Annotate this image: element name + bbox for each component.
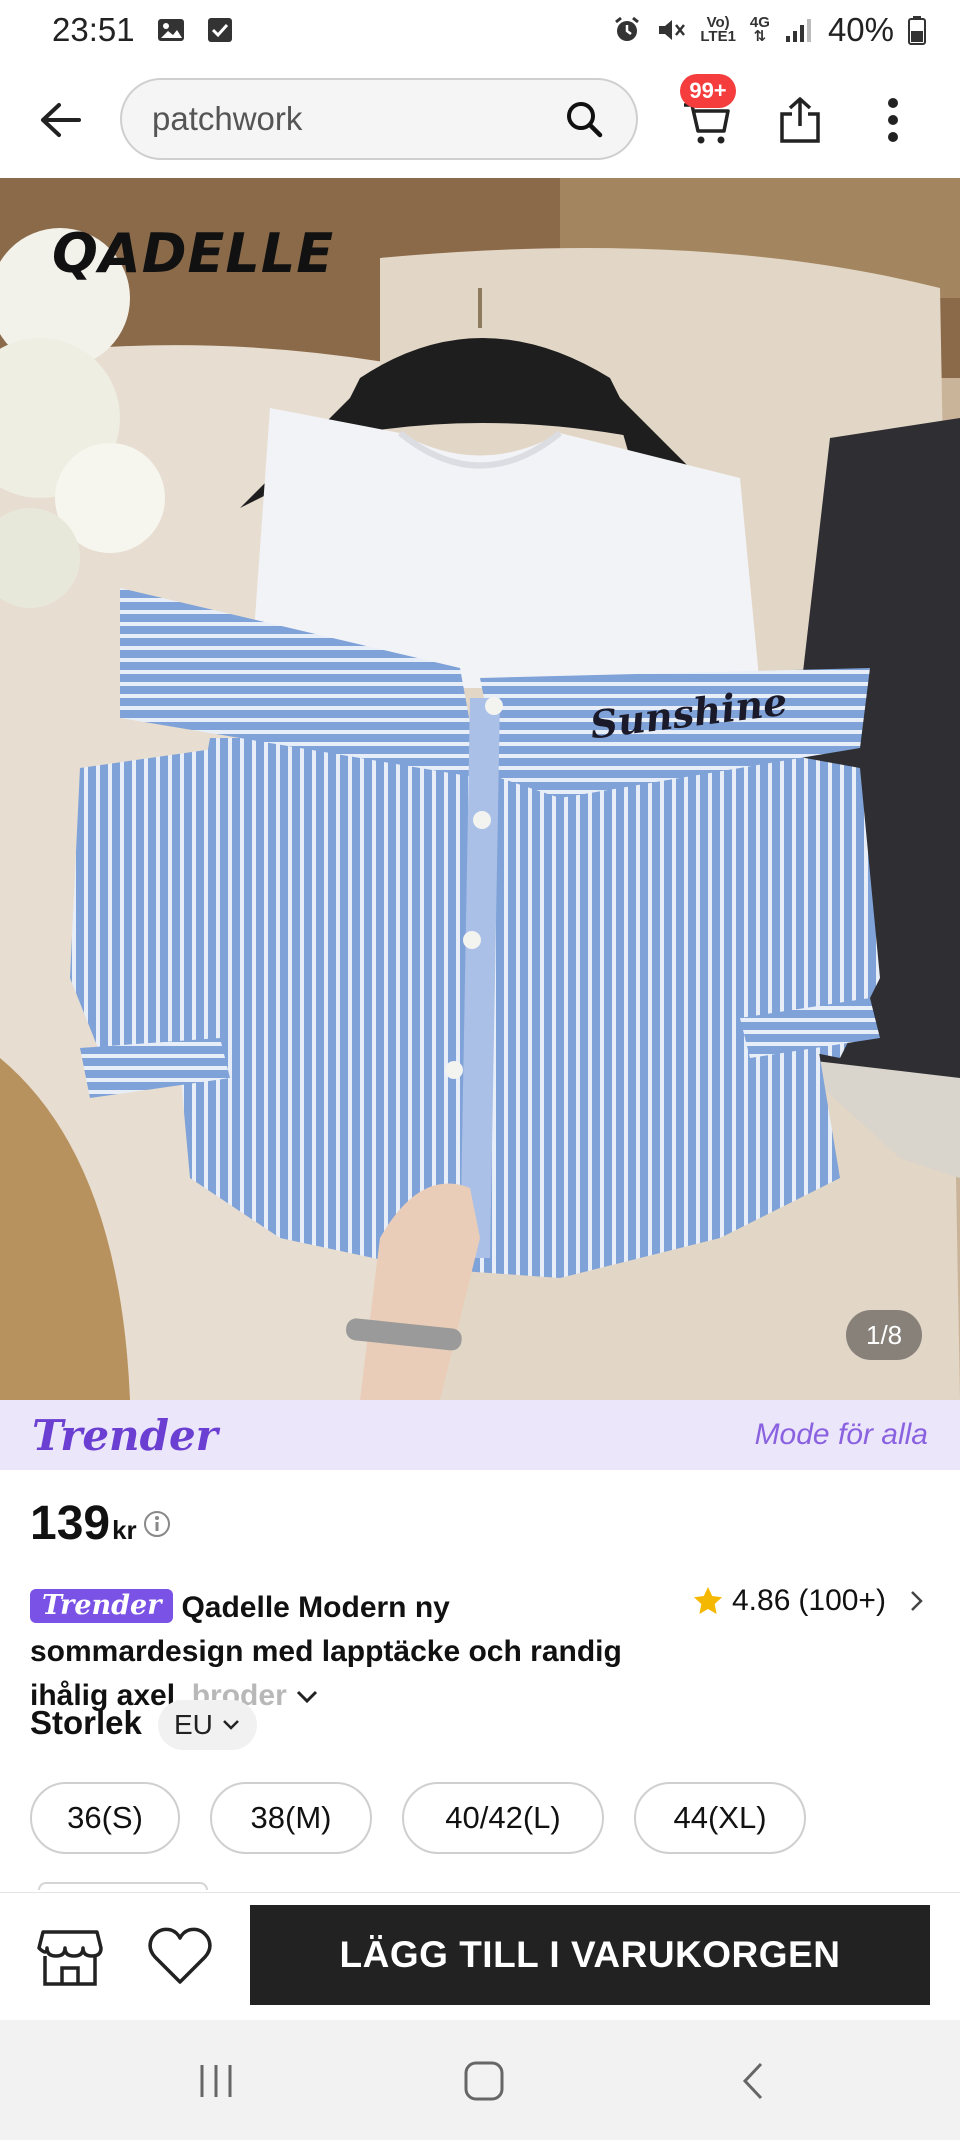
recent-apps-button[interactable] — [186, 2058, 246, 2104]
search-query-text: patchwork — [152, 100, 303, 137]
bottom-action-bar: LÄGG TILL I VARUKORGEN — [0, 1892, 960, 2020]
data-indicator: 4G ⇅ — [749, 14, 770, 45]
trender-logo: Trender — [32, 1410, 218, 1460]
price-currency: kr — [112, 1515, 137, 1545]
heart-icon — [148, 1927, 212, 1984]
checkbox-notification-icon — [207, 17, 233, 43]
image-page-indicator: 1/8 — [846, 1310, 923, 1360]
product-image-carousel[interactable]: Sunshine QADELLE 1/8 — [0, 178, 960, 1400]
more-options-button[interactable] — [868, 88, 918, 152]
size-option-partial[interactable] — [38, 1882, 208, 1890]
wishlist-button[interactable] — [144, 1923, 216, 1989]
banner-slogan: Mode för alla — [754, 1418, 928, 1451]
gallery-icon — [157, 16, 185, 44]
info-icon[interactable] — [143, 1510, 171, 1538]
price: 139 kr — [30, 1496, 171, 1551]
chevron-left-icon — [742, 2062, 763, 2100]
store-banner[interactable]: Trender Mode för alla — [0, 1400, 960, 1470]
share-icon — [780, 97, 820, 143]
size-system-value: EU — [174, 1709, 213, 1740]
home-icon — [464, 2061, 504, 2101]
search-icon[interactable] — [554, 89, 614, 149]
search-input[interactable]: patchwork — [120, 78, 638, 160]
star-icon — [694, 1587, 722, 1614]
chevron-down-icon[interactable] — [293, 1687, 321, 1707]
brand-logo: QADELLE — [52, 222, 335, 285]
data-type-text: 4G — [749, 14, 770, 31]
rating-value: 4.86 — [732, 1584, 791, 1617]
size-option[interactable]: 36(S) — [30, 1782, 180, 1854]
battery-percent: 40% — [827, 11, 894, 48]
product-photo: Sunshine — [0, 178, 960, 1400]
rating-count: (100+) — [798, 1584, 886, 1617]
volte-bottom-text: LTE1 — [700, 28, 736, 45]
size-label: Storlek — [30, 1704, 142, 1741]
battery-icon — [908, 15, 926, 45]
size-option[interactable]: 44(XL) — [634, 1782, 806, 1854]
mute-icon — [656, 15, 686, 45]
trender-tag: Trender — [30, 1589, 174, 1623]
store-icon — [37, 1930, 103, 1986]
system-nav-bar — [0, 2020, 960, 2140]
chevron-right-icon — [911, 1591, 923, 1611]
home-button[interactable] — [454, 2058, 514, 2104]
system-back-button[interactable] — [724, 2058, 784, 2104]
rating-summary[interactable]: 4.86 (100+) — [692, 1584, 928, 1618]
share-button[interactable] — [768, 88, 832, 152]
cart-count-badge: 99+ — [680, 74, 736, 108]
recent-apps-icon — [200, 2065, 232, 2097]
size-option[interactable]: 38(M) — [210, 1782, 372, 1854]
alarm-icon — [612, 15, 642, 45]
top-bar: patchwork 99+ — [0, 62, 960, 176]
status-bar: 23:51 Vo) LTE1 4G ⇅ 40% — [0, 0, 960, 60]
store-button[interactable] — [34, 1925, 106, 1991]
size-option[interactable]: 40/42(L) — [402, 1782, 604, 1854]
add-to-cart-button[interactable]: LÄGG TILL I VARUKORGEN — [250, 1905, 930, 2005]
back-button[interactable] — [30, 90, 90, 150]
chevron-down-icon — [223, 1720, 239, 1730]
volte-indicator: Vo) LTE1 — [700, 15, 736, 45]
size-options: 36(S) 38(M) 40/42(L) 44(XL) — [30, 1782, 806, 1854]
back-arrow-icon — [41, 103, 81, 137]
price-value: 139 — [30, 1497, 111, 1550]
size-system-selector[interactable]: EU — [158, 1700, 257, 1750]
clock: 23:51 — [52, 11, 135, 48]
signal-icon — [784, 16, 814, 44]
more-vertical-icon — [888, 98, 898, 142]
product-title[interactable]: Trender Qadelle Modern ny sommardesign me… — [30, 1586, 670, 1718]
